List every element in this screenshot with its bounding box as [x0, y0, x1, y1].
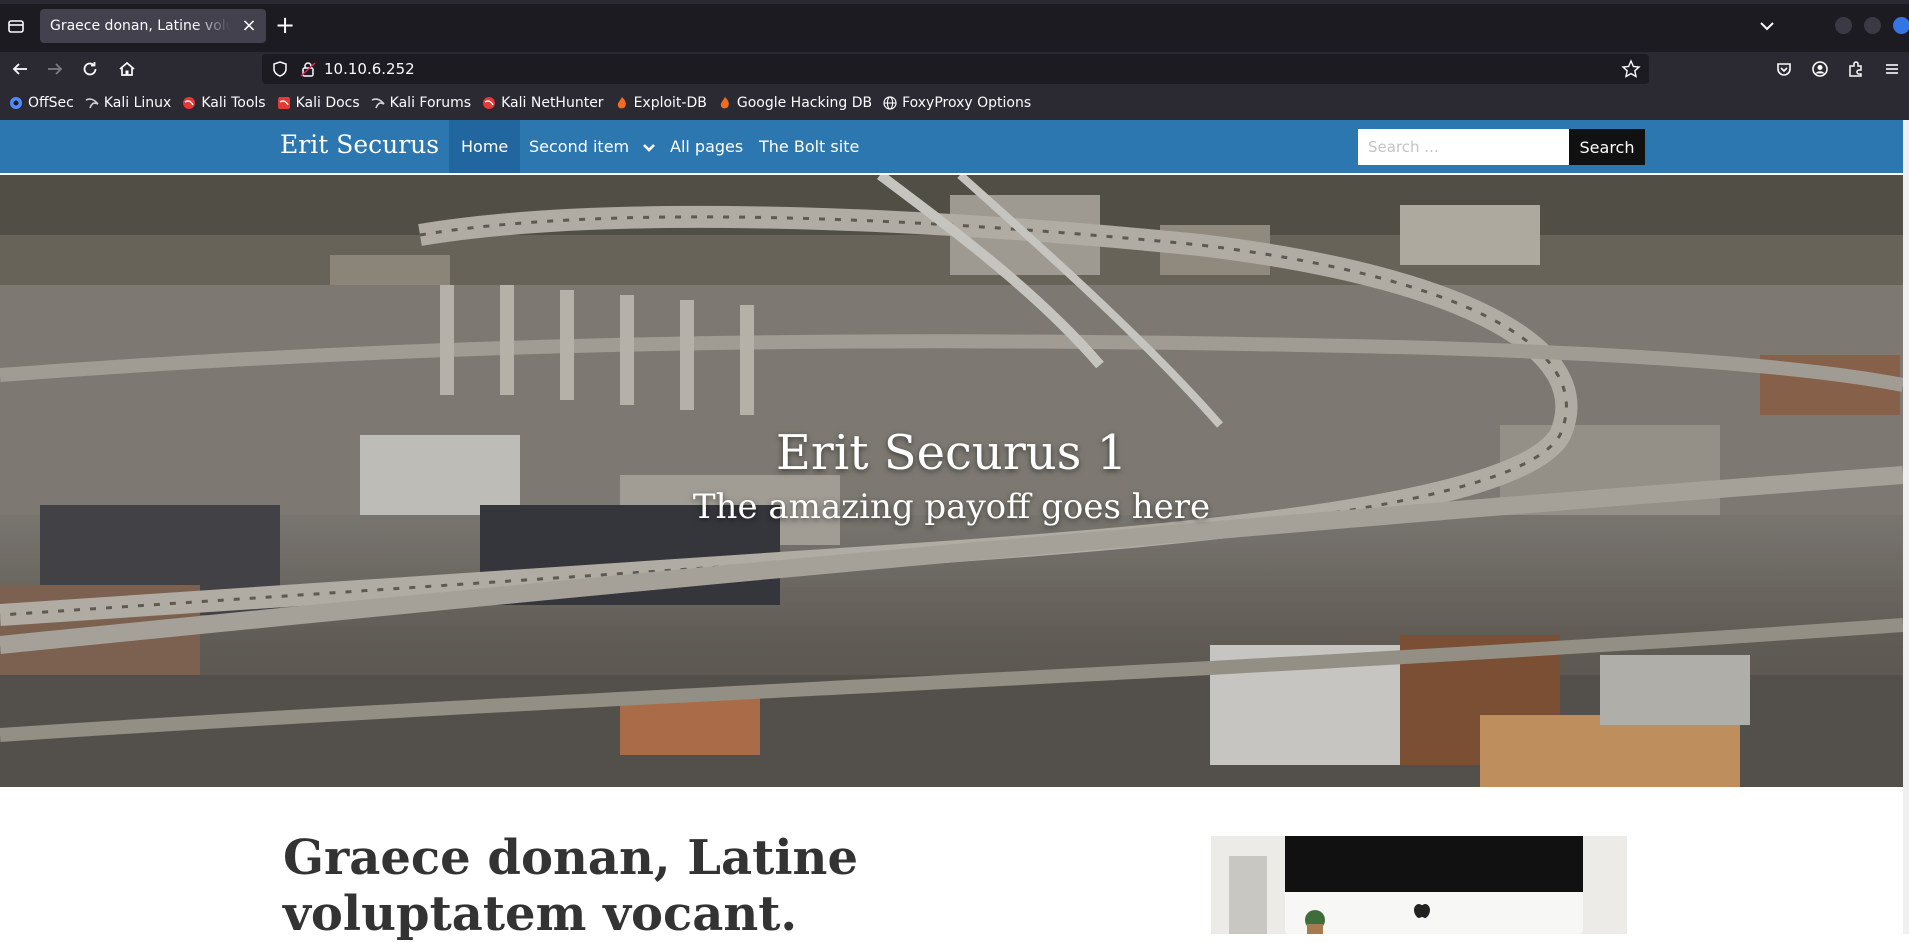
- insecure-lock-icon[interactable]: [299, 60, 317, 78]
- hero-banner: Erit Securus 1 The amazing payoff goes h…: [0, 175, 1903, 787]
- address-bar[interactable]: 10.10.6.252: [262, 54, 1649, 84]
- reload-icon[interactable]: [78, 57, 102, 81]
- menu-item-home[interactable]: Home: [449, 120, 521, 173]
- bookmark-label: Kali Docs: [295, 95, 360, 111]
- bookmark-foxyproxy-options[interactable]: FoxyProxy Options: [882, 95, 1031, 111]
- bookmark-kali-forums[interactable]: Kali Forums: [370, 95, 471, 111]
- tab-list-icon[interactable]: [4, 14, 28, 38]
- bookmark-label: Kali Tools: [201, 95, 266, 111]
- bookmark-kali-tools[interactable]: Kali Tools: [181, 95, 266, 111]
- bookmark-star-icon[interactable]: [1621, 59, 1641, 79]
- pocket-icon[interactable]: [1772, 57, 1796, 81]
- article-image[interactable]: [1211, 836, 1627, 934]
- hero-title: Erit Securus 1: [775, 425, 1128, 481]
- bookmarks-toolbar: OffSec Kali Linux Kali Tools Kali Docs K…: [0, 86, 1909, 120]
- kali-dragon-icon: [370, 95, 386, 111]
- bookmark-label: OffSec: [28, 95, 74, 111]
- search-button[interactable]: Search: [1569, 129, 1645, 165]
- forward-icon[interactable]: [43, 57, 67, 81]
- back-icon[interactable]: [8, 57, 32, 81]
- site-navbar: Erit Securus 1 Home Second item All page…: [0, 120, 1903, 175]
- exploit-db-icon: [717, 95, 733, 111]
- hamburger-menu-icon[interactable]: [1880, 57, 1904, 81]
- kali-dragon-icon: [84, 95, 100, 111]
- bookmark-kali-linux[interactable]: Kali Linux: [84, 95, 171, 111]
- bookmark-label: FoxyProxy Options: [902, 95, 1032, 111]
- bookmark-label: Exploit-DB: [633, 95, 707, 111]
- chevron-down-icon: [642, 121, 656, 174]
- hero-city-bridge-image: [0, 175, 1903, 787]
- active-tab[interactable]: Graece donan, Latine voluptatem vocant. …: [40, 9, 266, 43]
- offsec-icon: [8, 95, 24, 111]
- kali-tools-icon: [181, 95, 197, 111]
- bookmark-kali-nethunter[interactable]: Kali NetHunter: [481, 95, 604, 111]
- imac-desk-image: [1211, 836, 1627, 934]
- bookmark-offsec[interactable]: OffSec: [8, 95, 74, 111]
- tab-title: Graece donan, Latine voluptatem vocant.: [50, 18, 230, 34]
- minimize-window-button[interactable]: [1835, 17, 1852, 34]
- bookmark-label: Kali NetHunter: [501, 95, 604, 111]
- maximize-window-button[interactable]: [1864, 17, 1881, 34]
- menu-item-label: Second item: [529, 137, 630, 156]
- menu-item-bolt-site[interactable]: The Bolt site: [747, 120, 871, 173]
- close-window-button[interactable]: [1893, 17, 1909, 34]
- kali-docs-icon: [276, 95, 292, 111]
- bookmark-exploit-db[interactable]: Exploit-DB: [614, 95, 707, 111]
- chevron-down-icon[interactable]: [1755, 14, 1779, 38]
- bookmark-google-hacking-db[interactable]: Google Hacking DB: [717, 95, 872, 111]
- menu-item-all-pages[interactable]: All pages: [658, 120, 755, 173]
- hero-subtitle: The amazing payoff goes here: [692, 487, 1211, 527]
- page-scrollbar[interactable]: [1903, 120, 1909, 934]
- search-input[interactable]: [1358, 129, 1569, 165]
- account-icon[interactable]: [1808, 57, 1832, 81]
- bookmark-kali-docs[interactable]: Kali Docs: [276, 95, 360, 111]
- navigation-toolbar: 10.10.6.252: [0, 52, 1909, 86]
- new-tab-icon[interactable]: +: [272, 13, 298, 39]
- tab-strip-top-edge: [0, 0, 1909, 4]
- bookmark-label: Google Hacking DB: [736, 95, 873, 111]
- extensions-icon[interactable]: [1844, 57, 1868, 81]
- tab-strip: Graece donan, Latine voluptatem vocant. …: [0, 0, 1909, 52]
- tracking-protection-shield-icon[interactable]: [271, 60, 289, 78]
- home-icon[interactable]: [115, 57, 139, 81]
- kali-nethunter-icon: [481, 95, 497, 111]
- bookmark-label: Kali Forums: [389, 95, 472, 111]
- url-text: 10.10.6.252: [324, 60, 415, 78]
- bookmark-label: Kali Linux: [103, 95, 172, 111]
- article-title[interactable]: Graece donan, Latine voluptatem vocant.: [283, 830, 1153, 942]
- exploit-db-icon: [614, 95, 630, 111]
- globe-icon: [882, 95, 898, 111]
- site-brand-link[interactable]: Erit Securus 1: [280, 130, 463, 159]
- menu-item-second-item[interactable]: Second item: [517, 120, 668, 173]
- close-tab-icon[interactable]: ×: [240, 17, 258, 35]
